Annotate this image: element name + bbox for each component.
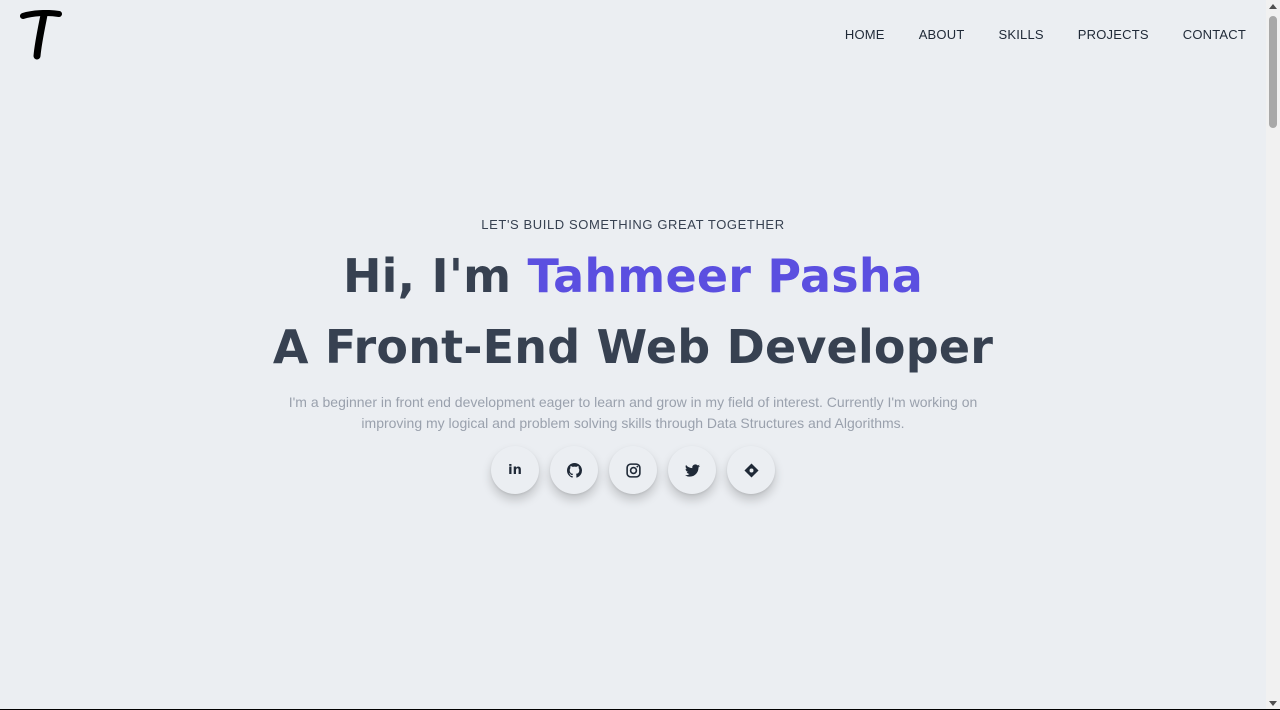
scroll-up-arrow-icon[interactable] [1269,4,1277,9]
hero-greeting-heading: Hi, I'm Tahmeer Pasha [0,246,1266,306]
page-scrollbar[interactable] [1266,0,1280,710]
linkedin-button[interactable]: in [491,446,539,494]
hero-tagline: LET'S BUILD SOMETHING GREAT TOGETHER [481,217,785,232]
github-icon [566,462,582,478]
twitter-button[interactable] [668,446,716,494]
linkedin-icon: in [508,462,522,478]
nav-skills-link[interactable]: SKILLS [998,27,1043,43]
hero-role-heading: A Front-End Web Developer [272,320,994,374]
logo-icon[interactable] [20,10,64,60]
hero-name: Tahmeer Pasha [527,249,924,303]
hero-intro-text: I'm a beginner in front end development … [288,394,978,431]
greeting-text: Hi, I'm [342,249,528,303]
github-button[interactable] [550,446,598,494]
codepen-diamond-icon [743,462,759,478]
portfolio-page: HOME ABOUT SKILLS PROJECTS CONTACT LET'S… [0,0,1280,710]
main-nav: HOME ABOUT SKILLS PROJECTS CONTACT [811,27,1246,43]
codepen-button[interactable] [727,446,775,494]
nav-about-link[interactable]: ABOUT [919,27,965,43]
instagram-icon [625,462,641,478]
scroll-down-arrow-icon[interactable] [1269,701,1277,706]
twitter-icon [684,463,700,477]
nav-home-link[interactable]: HOME [845,27,885,43]
nav-projects-link[interactable]: PROJECTS [1078,27,1149,43]
instagram-button[interactable] [609,446,657,494]
scrollbar-thumb[interactable] [1269,16,1277,128]
social-links: in [491,446,786,494]
nav-contact-link[interactable]: CONTACT [1183,27,1246,43]
